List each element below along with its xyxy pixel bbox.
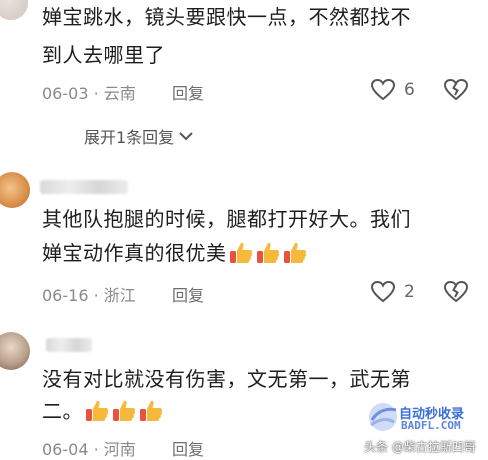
separator: · [93,286,99,305]
comment-date: 06-16 [42,286,89,305]
dislike-button[interactable] [443,280,469,308]
thumbs-up-emoji [255,240,281,266]
chevron-down-icon [179,132,193,141]
like-button[interactable]: 2 [370,280,415,304]
like-count: 6 [404,80,415,100]
comment-location: 云南 [103,84,136,103]
reply-button[interactable]: 回复 [172,436,204,460]
username[interactable] [40,180,128,194]
expand-replies-label: 展开1条回复 [84,128,175,147]
comment-meta: 06-03 · 云南 [42,80,136,104]
thumbs-up-emoji [138,398,164,424]
watermark-credit: 头条 @柴古拉斯凹哥 [364,440,476,454]
comment-text: 婵宝跳水，镜头要跟快一点，不然都找不 到人去哪里了 [42,5,411,67]
broken-heart-icon [443,78,469,101]
username[interactable] [46,338,92,352]
thumbs-up-emoji [282,240,308,266]
separator: · [93,84,99,103]
comment-date: 06-03 [42,84,89,103]
reply-button[interactable]: 回复 [172,80,204,104]
reply-button[interactable]: 回复 [172,282,204,306]
like-count: 2 [404,282,415,302]
thumbs-up-emoji [111,398,137,424]
broken-heart-icon [443,280,469,303]
avatar[interactable] [0,172,30,208]
watermark-brand-en: BADFL.COM [401,419,461,432]
comment-location: 浙江 [103,286,136,305]
comment-date: 06-04 [42,440,89,459]
comment-text: 其他队抱腿的时候，腿都打开好大。我们 婵宝动作真的很优美 [42,207,411,266]
dislike-button[interactable] [443,78,469,106]
avatar[interactable] [0,332,30,370]
thumbs-up-emoji [84,398,110,424]
comment-text: 没有对比就没有伤害，文无第一，武无第 二。 [42,367,411,424]
watermark-logo [366,400,400,434]
comment-location: 河南 [103,440,136,459]
comment-meta: 06-04 · 河南 [42,436,136,460]
thumbs-up-emoji [228,240,254,266]
comment-meta: 06-16 · 浙江 [42,282,136,306]
like-button[interactable]: 6 [370,78,415,102]
heart-outline-icon [370,78,396,101]
expand-replies-button[interactable]: 展开1条回复 [84,124,195,148]
separator: · [93,440,99,459]
heart-outline-icon [370,280,396,303]
globe-logo-icon [369,403,397,431]
avatar[interactable] [0,0,28,20]
